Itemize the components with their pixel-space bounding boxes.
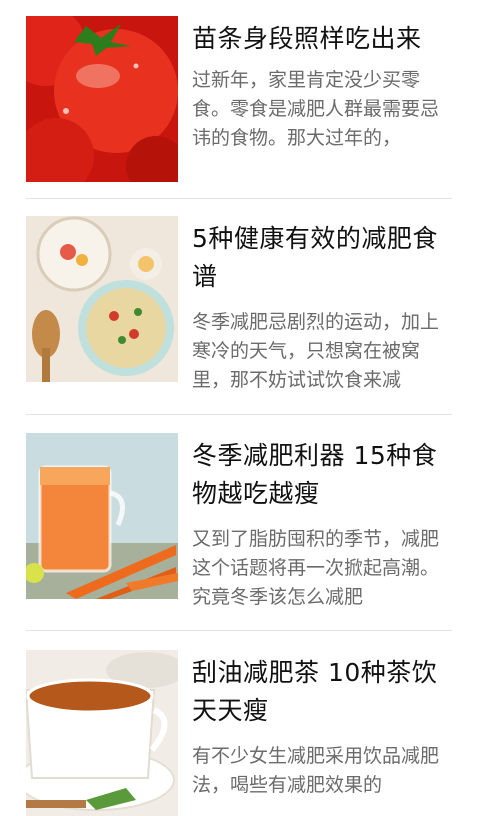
list-item[interactable]: 5种健康有效的减肥食谱 冬季减肥忌剧烈的运动，加上寒冷的天气，只想窝在被窝里，那… xyxy=(26,216,452,391)
list-item[interactable]: 刮油减肥茶 10种茶饮天天瘦 有不少女生减肥采用饮品减肥法，喝些有减肥效果的 xyxy=(26,650,452,816)
soup-bowls-image xyxy=(26,216,178,382)
article-snippet: 冬季减肥忌剧烈的运动，加上寒冷的天气，只想窝在被窝里，那不妨试试饮食来减 xyxy=(192,311,440,391)
article-snippet: 过新年，家里肯定没少买零食。零食是减肥人群最需要忌讳的食物。那大过年的， xyxy=(192,69,440,149)
article-title: 刮油减肥茶 10种茶饮天天瘦 xyxy=(192,658,438,725)
divider xyxy=(26,630,452,631)
article-title: 苗条身段照样吃出来 xyxy=(192,24,422,53)
divider xyxy=(26,198,452,199)
tomato-image xyxy=(26,16,178,182)
article-title: 冬季减肥利器 15种食物越吃越瘦 xyxy=(192,441,438,508)
list-item[interactable]: 冬季减肥利器 15种食物越吃越瘦 又到了脂肪囤积的季节，减肥这个话题将再一次掀起… xyxy=(26,433,452,608)
article-title: 5种健康有效的减肥食谱 xyxy=(192,224,438,291)
article-snippet: 又到了脂肪囤积的季节，减肥这个话题将再一次掀起高潮。究竟冬季该怎么减肥 xyxy=(192,528,440,608)
tea-cup-image xyxy=(26,650,178,816)
carrot-juice-image xyxy=(26,433,178,599)
list-item[interactable]: 苗条身段照样吃出来 过新年，家里肯定没少买零食。零食是减肥人群最需要忌讳的食物。… xyxy=(26,16,452,182)
divider xyxy=(26,414,452,415)
article-snippet: 有不少女生减肥采用饮品减肥法，喝些有减肥效果的 xyxy=(192,745,440,796)
